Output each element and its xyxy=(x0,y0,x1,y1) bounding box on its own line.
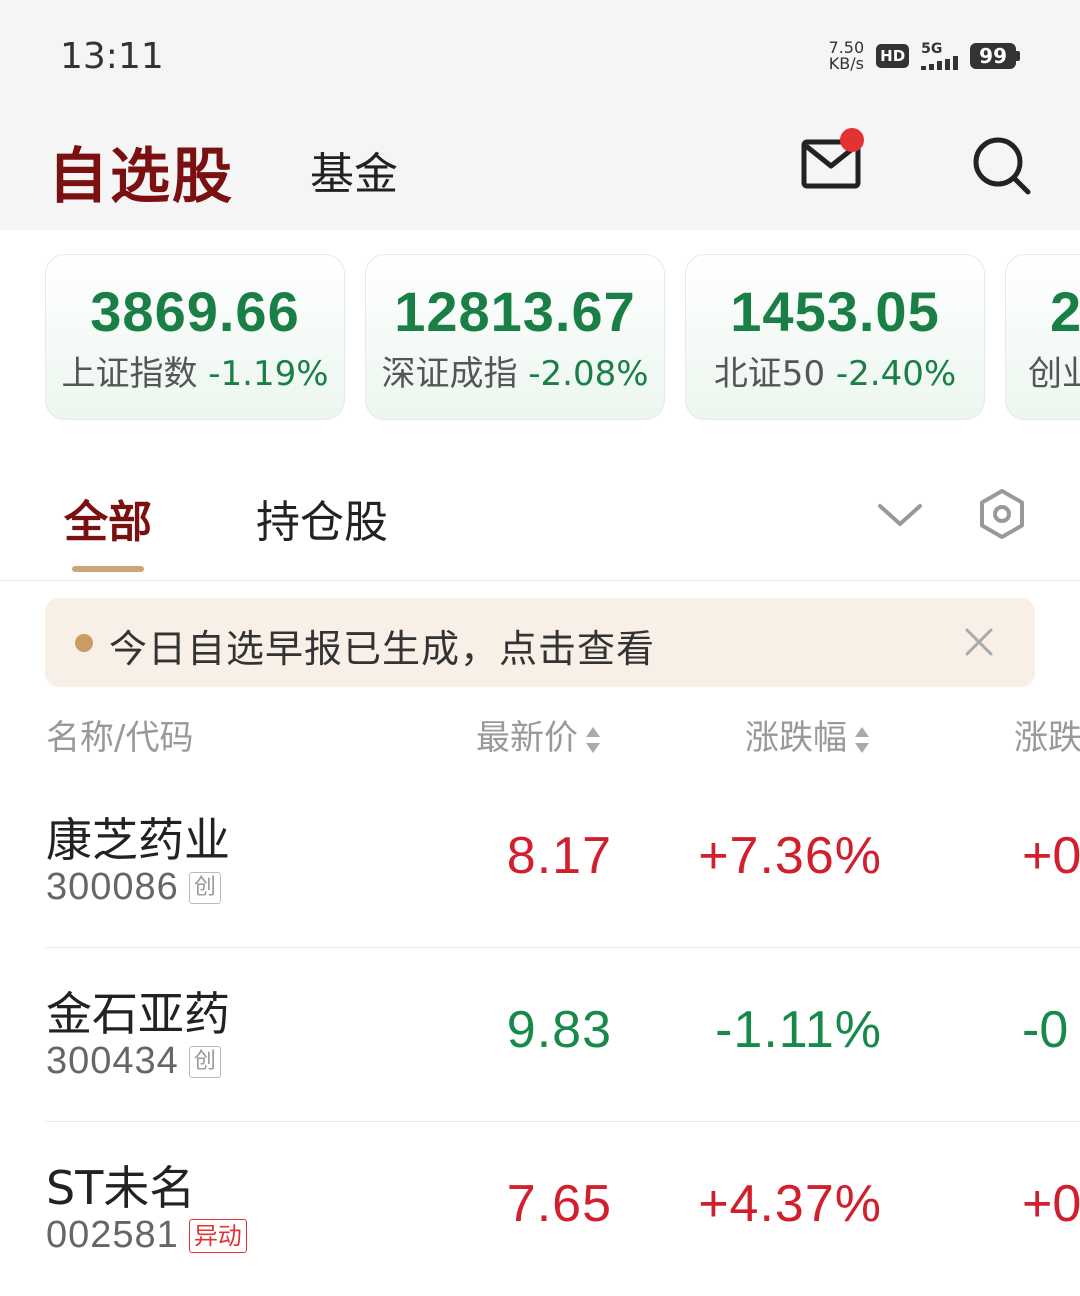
table-row[interactable]: 康芝药业 300086 创 8.17 +7.36% +0 xyxy=(0,774,1080,948)
unusual-move-badge: 异动 xyxy=(188,1218,247,1253)
tab-all[interactable]: 全部 xyxy=(64,486,152,550)
stock-name: 金石亚药 xyxy=(46,987,230,1041)
notification-dot xyxy=(840,128,864,152)
stock-name: 康芝药业 xyxy=(46,813,230,867)
daily-report-banner[interactable]: 今日自选早报已生成，点击查看 xyxy=(45,598,1035,687)
col-header-name: 名称/代码 xyxy=(46,718,194,758)
battery-icon: 99 xyxy=(970,43,1020,69)
chinext-badge: 创 xyxy=(188,1045,221,1078)
chevron-down-icon[interactable] xyxy=(876,500,924,530)
index-card-shanghai[interactable]: 3869.66 上证指数 -1.19% xyxy=(45,254,345,420)
signal-icon: 5G xyxy=(921,42,959,70)
stock-change-pct: +7.36% xyxy=(698,827,882,885)
index-card-shenzhen[interactable]: 12813.67 深证成指 -2.08% xyxy=(365,254,665,420)
sort-icon[interactable] xyxy=(584,723,602,757)
table-row[interactable]: ST未名 002581 异动 7.65 +4.37% +0 xyxy=(0,1122,1080,1296)
net-speed: 7.50 KB/s xyxy=(828,38,865,73)
index-card-chinext[interactable]: 2 创业 xyxy=(1005,254,1080,420)
close-icon[interactable] xyxy=(963,626,995,658)
stock-change-pct: +4.37% xyxy=(698,1175,882,1233)
stock-change: +0 xyxy=(1022,827,1080,885)
sort-icon[interactable] xyxy=(853,723,871,757)
stock-change: +0 xyxy=(1022,1175,1080,1233)
stock-price: 9.83 xyxy=(506,1001,612,1059)
stock-price: 8.17 xyxy=(506,827,612,885)
index-cards: 3869.66 上证指数 -1.19% 12813.67 深证成指 -2.08%… xyxy=(0,254,1080,424)
col-header-pct[interactable]: 涨跌幅 xyxy=(745,710,871,759)
tab-holdings[interactable]: 持仓股 xyxy=(256,486,388,550)
page-title[interactable]: 自选股 xyxy=(48,128,234,215)
bullet-dot-icon xyxy=(75,634,93,652)
top-bar: 13:11 7.50 KB/s HD 5G 99 自选股 基金 xyxy=(0,0,1080,230)
list-tabs: 全部 持仓股 xyxy=(0,470,1080,581)
col-header-chg[interactable]: 涨跌 xyxy=(1014,710,1080,759)
search-icon[interactable] xyxy=(970,134,1034,198)
stock-code: 300086 xyxy=(46,866,179,908)
table-row[interactable]: 金石亚药 300434 创 9.83 -1.11% -0 xyxy=(0,948,1080,1122)
index-card-bse50[interactable]: 1453.05 北证50 -2.40% xyxy=(685,254,985,420)
active-tab-indicator xyxy=(72,566,144,572)
tab-fund[interactable]: 基金 xyxy=(310,138,398,202)
chinext-badge: 创 xyxy=(188,871,221,904)
settings-icon[interactable] xyxy=(976,488,1028,540)
status-time: 13:11 xyxy=(60,36,164,77)
status-icons: 7.50 KB/s HD 5G 99 xyxy=(829,40,1020,72)
stock-price: 7.65 xyxy=(506,1175,612,1233)
hd-icon: HD xyxy=(876,44,910,68)
stock-change-pct: -1.11% xyxy=(715,1001,882,1059)
stock-name: ST未名 xyxy=(46,1161,196,1215)
banner-text: 今日自选早报已生成，点击查看 xyxy=(109,627,656,671)
stock-code: 002581 xyxy=(46,1214,179,1256)
stock-change: -0 xyxy=(1022,1001,1069,1059)
col-header-price[interactable]: 最新价 xyxy=(476,710,602,759)
stock-code: 300434 xyxy=(46,1040,179,1082)
